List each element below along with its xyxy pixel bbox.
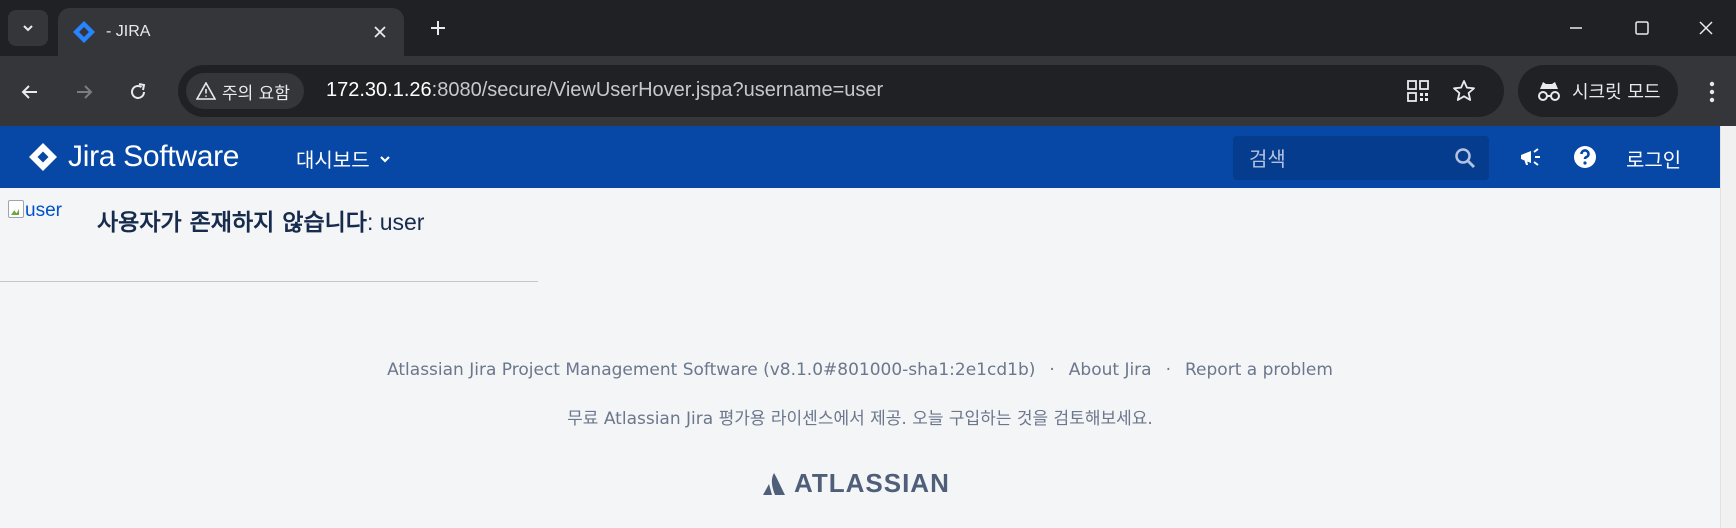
announcements-button[interactable] [1516,142,1546,172]
search-box [1233,136,1489,182]
browser-tab[interactable]: - JIRA [58,8,404,56]
dashboards-menu[interactable]: 대시보드 [296,144,392,173]
maximize-button[interactable] [1612,8,1672,48]
help-icon [1574,146,1596,168]
page-scrollbar[interactable] [1720,126,1736,528]
jira-header: Jira Software 대시보드 로그인 [0,126,1720,188]
forward-button[interactable] [64,72,104,112]
incognito-button[interactable]: 시크릿 모드 [1518,65,1678,117]
heading-username: : user [366,209,425,235]
heading-message: 사용자가 존재하지 않습니다 [97,210,367,236]
reload-icon [131,83,146,99]
reload-button[interactable] [118,72,158,112]
tab-title: - JIRA [106,23,151,40]
license-message: 무료 Atlassian Jira 평가용 라이센스에서 제공. 오늘 구입하는… [567,409,1153,429]
incognito-label: 시크릿 모드 [1572,82,1661,103]
url-host: 172.30.1.26 [326,79,432,101]
address-bar[interactable]: 주의 요함 172.30.1.26:8080/secure/ViewUserHo… [178,65,1504,117]
browser-tabstrip: - JIRA [0,0,1736,56]
atlassian-logo[interactable]: ATLASSIAN [762,468,950,499]
minimize-button[interactable] [1546,8,1606,48]
logo-text: Jira Software [68,140,240,173]
close-icon [1699,21,1713,35]
content-divider [0,281,538,282]
close-icon [374,26,386,38]
tab-search-button[interactable] [8,10,48,46]
back-arrow-icon [21,85,37,99]
minimize-icon [1570,27,1582,29]
bookmark-button[interactable] [1450,77,1478,105]
report-problem-link[interactable]: Report a problem [1185,360,1333,380]
jira-logo[interactable]: Jira Software [28,140,239,174]
security-chip[interactable]: 주의 요함 [186,73,304,109]
atlassian-logo-icon [763,472,785,495]
search-icon[interactable] [1453,146,1477,170]
user-not-found-heading: 사용자가 존재하지 않습니다: user [97,203,424,237]
search-input[interactable] [1233,136,1461,182]
chevron-down-icon [23,25,33,32]
avatar-alt-text: user [25,200,62,221]
url-text[interactable]: 172.30.1.26:8080/secure/ViewUserHover.js… [326,79,883,102]
dashboards-label: 대시보드 [296,148,370,172]
product-info-link[interactable]: Atlassian Jira Project Management Softwa… [387,360,1035,380]
qr-code-button[interactable] [1404,77,1432,105]
jira-favicon-icon [73,21,95,43]
user-avatar: user [8,200,62,222]
tab-close-button[interactable] [368,20,392,44]
jira-logo-icon [29,143,57,171]
broken-image-icon [8,200,24,218]
megaphone-icon [1521,148,1540,166]
maximize-icon [1635,21,1649,35]
browser-toolbar: 주의 요함 172.30.1.26:8080/secure/ViewUserHo… [0,56,1736,126]
footer-separator: · [1049,360,1055,380]
plus-icon [431,21,445,35]
warning-icon [196,82,216,100]
about-jira-link[interactable]: About Jira [1069,360,1152,380]
chevron-down-icon [379,155,390,163]
help-button[interactable] [1570,142,1600,172]
star-icon [1453,80,1475,101]
incognito-icon [1538,82,1560,101]
back-button[interactable] [10,72,50,112]
url-path: :8080/secure/ViewUserHover.jspa?username… [431,79,884,101]
more-vertical-icon [1709,81,1715,103]
close-window-button[interactable] [1676,8,1736,48]
forward-arrow-icon [77,85,93,99]
qr-code-icon [1407,80,1429,102]
footer-separator: · [1165,360,1171,380]
new-tab-button[interactable] [422,12,454,44]
browser-menu-button[interactable] [1696,72,1728,112]
atlassian-logo-text: ATLASSIAN [794,468,950,498]
security-label: 주의 요함 [222,83,290,104]
footer-links: Atlassian Jira Project Management Softwa… [0,360,1720,380]
login-link[interactable]: 로그인 [1626,144,1681,173]
